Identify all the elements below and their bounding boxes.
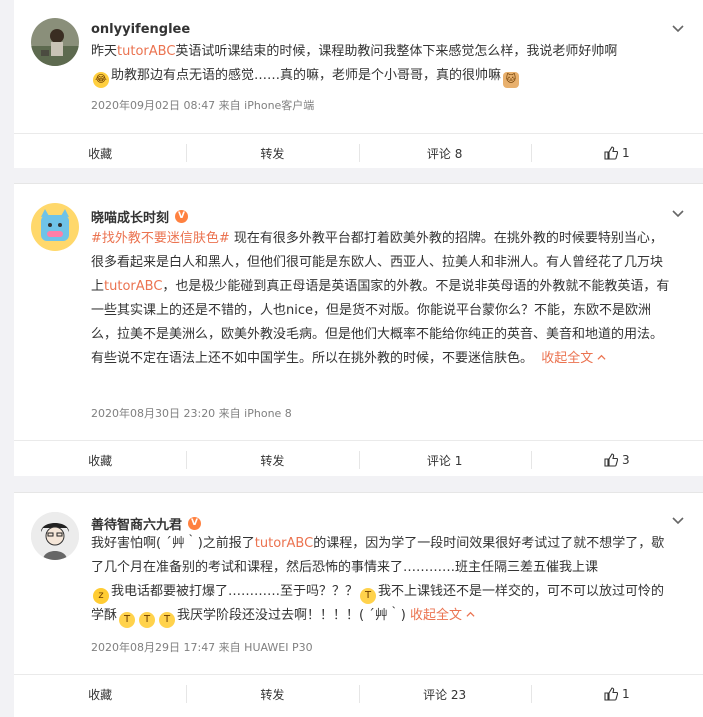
comment-button[interactable]: 评论 1 <box>358 441 531 479</box>
post-card: 善待智商六九君 V 我好害怕啊( ´艸｀)之前报了tutorABC的课程，因为学… <box>14 492 703 717</box>
crying-emoji-icon: T <box>139 612 156 628</box>
collapse-label: 收起全文 <box>409 608 462 623</box>
like-count: 3 <box>622 453 630 467</box>
repost-button[interactable]: 转发 <box>186 441 358 479</box>
crying-emoji-icon: T <box>159 612 176 628</box>
thumbs-up-icon <box>604 687 619 701</box>
sleepy-emoji-icon: z <box>93 588 109 604</box>
repost-button[interactable]: 转发 <box>186 675 358 713</box>
text-segment: 我电话都要被打爆了…………至于吗？？？ <box>111 584 359 599</box>
comment-button[interactable]: 评论 8 <box>358 134 531 172</box>
comment-label: 评论 23 <box>423 687 467 702</box>
vip-badge-icon: V <box>175 210 189 223</box>
crying-emoji-icon: T <box>360 588 377 604</box>
post-meta: 2020年09月02日 08:47 来自 iPhone客户端 <box>91 99 315 112</box>
text-segment: 英语试听课结束的时候，课程助教问我整体下来感觉怎么样，我说老师好帅啊 <box>175 44 618 59</box>
username-text[interactable]: 晓喵成长时刻 <box>91 207 169 226</box>
like-button[interactable]: 1 <box>530 675 703 713</box>
repost-label: 转发 <box>260 146 285 161</box>
keyword-link[interactable]: tutorABC <box>117 44 175 59</box>
collapse-link[interactable]: 收起全文 <box>541 351 606 366</box>
cat-emoji-icon: 🐱 <box>503 72 520 88</box>
chevron-up-icon <box>597 354 606 360</box>
post-content: 昨天tutorABC英语试听课结束的时候，课程助教问我整体下来感觉怎么样，我说老… <box>91 40 681 88</box>
username[interactable]: onlyyifenglee <box>91 22 190 37</box>
username-text[interactable]: 善待智商六九君 <box>91 514 182 533</box>
username-text[interactable]: onlyyifenglee <box>91 22 190 37</box>
comment-button[interactable]: 评论 23 <box>358 675 531 713</box>
vip-badge-icon: V <box>188 517 202 530</box>
collect-label: 收藏 <box>88 146 113 161</box>
thumbs-up-icon <box>604 146 619 160</box>
text-segment: 我好害怕啊( ´艸｀)之前报了 <box>91 536 255 551</box>
comment-label: 评论 8 <box>426 146 463 161</box>
chevron-down-icon[interactable] <box>671 207 685 221</box>
chevron-down-icon[interactable] <box>671 22 685 36</box>
like-button[interactable]: 1 <box>530 134 703 172</box>
chevron-down-icon[interactable] <box>671 514 685 528</box>
divider <box>14 183 703 184</box>
collect-label: 收藏 <box>88 687 113 702</box>
chevron-up-icon <box>466 611 475 617</box>
post-meta: 2020年08月30日 23:20 来自 iPhone 8 <box>91 407 292 420</box>
collect-button[interactable]: 收藏 <box>14 441 186 479</box>
repost-label: 转发 <box>260 453 285 468</box>
text-segment: 昨天 <box>91 44 118 59</box>
post-card: 晓喵成长时刻 V #找外教不要迷信肤色# 现在有很多外教平台都打着欧美外教的招牌… <box>14 183 703 476</box>
keyword-link[interactable]: tutorABC <box>255 536 313 551</box>
like-count: 1 <box>622 687 630 701</box>
post-card: onlyyifenglee 昨天tutorABC英语试听课结束的时候，课程助教问… <box>14 0 703 168</box>
collapse-label: 收起全文 <box>541 351 594 366</box>
divider <box>14 492 703 493</box>
repost-label: 转发 <box>260 687 285 702</box>
collect-label: 收藏 <box>88 453 113 468</box>
crying-emoji-icon: T <box>119 612 136 628</box>
username[interactable]: 晓喵成长时刻 V <box>91 207 189 226</box>
action-bar: 收藏 转发 评论 1 3 <box>14 440 703 479</box>
avatar[interactable] <box>31 18 79 66</box>
username[interactable]: 善待智商六九君 V <box>91 514 202 533</box>
action-bar: 收藏 转发 评论 23 1 <box>14 674 703 713</box>
post-meta: 2020年08月29日 17:47 来自 HUAWEI P30 <box>91 641 313 654</box>
keyword-link[interactable]: tutorABC <box>104 279 162 294</box>
text-segment: 助教那边有点无语的感觉……真的嘛，老师是个小哥哥，真的很帅嘛 <box>111 68 502 83</box>
laugh-emoji-icon: 😂 <box>93 72 109 88</box>
collect-button[interactable]: 收藏 <box>14 675 186 713</box>
collapse-link[interactable]: 收起全文 <box>410 608 475 623</box>
post-content: #找外教不要迷信肤色# 现在有很多外教平台都打着欧美外教的招牌。在挑外教的时候要… <box>91 227 671 371</box>
comment-label: 评论 1 <box>426 453 463 468</box>
text-segment: 我厌学阶段还没过去啊！！！！( ´艸｀) <box>177 608 406 623</box>
avatar[interactable] <box>31 203 79 251</box>
like-count: 1 <box>622 146 630 160</box>
avatar[interactable] <box>31 512 79 560</box>
repost-button[interactable]: 转发 <box>186 134 358 172</box>
like-button[interactable]: 3 <box>530 441 703 479</box>
collect-button[interactable]: 收藏 <box>14 134 186 172</box>
action-bar: 收藏 转发 评论 8 1 <box>14 133 703 172</box>
post-content: 我好害怕啊( ´艸｀)之前报了tutorABC的课程，因为学了一段时间效果很好考… <box>91 532 671 628</box>
topic-link[interactable]: #找外教不要迷信肤色# <box>91 231 230 246</box>
thumbs-up-icon <box>604 453 619 467</box>
